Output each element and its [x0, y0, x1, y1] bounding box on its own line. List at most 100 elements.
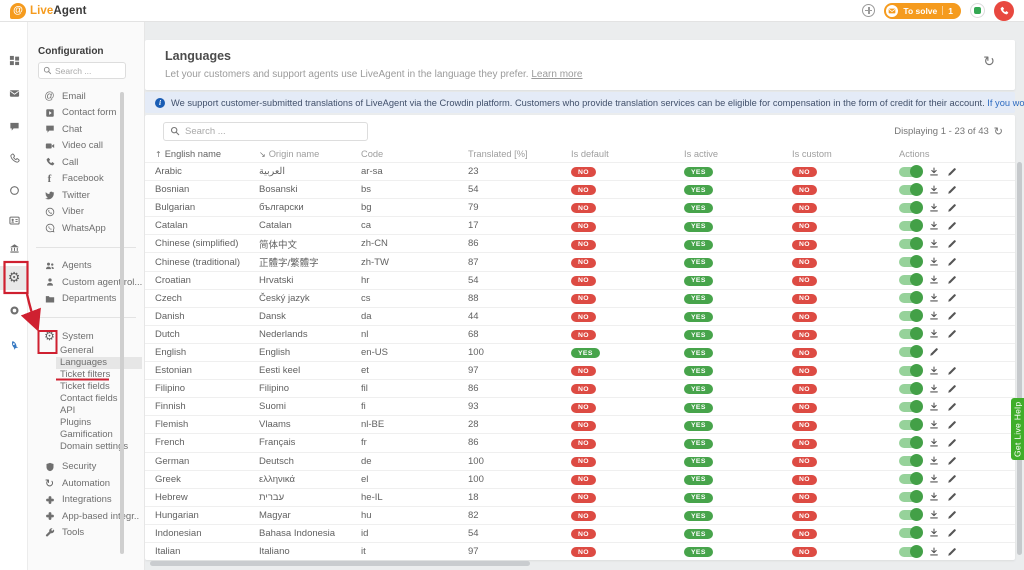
column-header-is-active[interactable]: Is active	[684, 149, 792, 159]
download-icon[interactable]	[928, 220, 939, 231]
active-toggle[interactable]	[899, 492, 921, 502]
active-toggle[interactable]	[899, 438, 921, 448]
rail-item-settings[interactable]: ⚙	[0, 266, 28, 290]
edit-icon[interactable]	[946, 311, 957, 322]
active-toggle[interactable]	[899, 366, 921, 376]
rail-item-contacts[interactable]	[0, 210, 28, 234]
refresh-icon[interactable]: ↻	[983, 55, 995, 69]
download-icon[interactable]	[928, 329, 939, 340]
rail-item-mail[interactable]	[0, 83, 28, 107]
edit-icon[interactable]	[946, 166, 957, 177]
edit-icon[interactable]	[946, 184, 957, 195]
edit-icon[interactable]	[928, 347, 939, 358]
active-toggle[interactable]	[899, 275, 921, 285]
sidebar-search-input[interactable]	[55, 66, 113, 76]
download-icon[interactable]	[928, 528, 939, 539]
active-toggle[interactable]	[899, 293, 921, 303]
sidebar-item-languages[interactable]: Languages	[56, 357, 142, 369]
rail-item-academy[interactable]	[0, 238, 28, 262]
rail-item-phone[interactable]	[0, 148, 28, 172]
download-icon[interactable]	[928, 311, 939, 322]
rail-item-dashboard[interactable]	[0, 50, 28, 74]
edit-icon[interactable]	[946, 437, 957, 448]
table-search[interactable]	[163, 122, 368, 141]
learn-more-link[interactable]: Learn more	[531, 69, 582, 80]
active-toggle[interactable]	[899, 239, 921, 249]
download-icon[interactable]	[928, 492, 939, 503]
download-icon[interactable]	[928, 184, 939, 195]
edit-icon[interactable]	[946, 474, 957, 485]
active-toggle[interactable]	[899, 456, 921, 466]
sidebar-item-ticket-filters[interactable]: Ticket filters	[28, 369, 144, 381]
sidebar-item-agents[interactable]: Agents	[28, 258, 144, 275]
rail-item-setup[interactable]	[0, 300, 28, 324]
download-icon[interactable]	[928, 202, 939, 213]
sidebar-item-ticket-fields[interactable]: Ticket fields	[28, 381, 144, 393]
add-new-icon[interactable]	[862, 4, 875, 17]
sidebar-item-automation[interactable]: ↻Automation	[28, 475, 144, 492]
edit-icon[interactable]	[946, 510, 957, 521]
sidebar-scrollbar[interactable]	[120, 92, 124, 554]
edit-icon[interactable]	[946, 275, 957, 286]
edit-icon[interactable]	[946, 528, 957, 539]
column-header-actions[interactable]: Actions	[899, 149, 1005, 159]
edit-icon[interactable]	[946, 293, 957, 304]
sidebar-item-email[interactable]: @Email	[28, 88, 144, 105]
edit-icon[interactable]	[946, 401, 957, 412]
active-toggle[interactable]	[899, 528, 921, 538]
active-toggle[interactable]	[899, 510, 921, 520]
active-toggle[interactable]	[899, 221, 921, 231]
active-toggle[interactable]	[899, 203, 921, 213]
download-icon[interactable]	[928, 365, 939, 376]
rail-item-chat[interactable]	[0, 116, 28, 140]
edit-icon[interactable]	[946, 238, 957, 249]
sidebar-item-gamification[interactable]: Gamification	[28, 429, 144, 441]
active-toggle[interactable]	[899, 474, 921, 484]
edit-icon[interactable]	[946, 419, 957, 430]
download-icon[interactable]	[928, 456, 939, 467]
edit-icon[interactable]	[946, 329, 957, 340]
download-icon[interactable]	[928, 166, 939, 177]
sidebar-item-plugins[interactable]: Plugins	[28, 417, 144, 429]
sidebar-item-video-call[interactable]: Video call	[28, 138, 144, 155]
column-header-translated[interactable]: Translated [%]	[468, 149, 571, 159]
active-toggle[interactable]	[899, 384, 921, 394]
edit-icon[interactable]	[946, 202, 957, 213]
download-icon[interactable]	[928, 383, 939, 394]
edit-icon[interactable]	[946, 546, 957, 557]
active-toggle[interactable]	[899, 402, 921, 412]
sidebar-item-app-based-integr[interactable]: App-based integr..	[28, 508, 144, 525]
sidebar-item-contact-fields[interactable]: Contact fields	[28, 393, 144, 405]
download-icon[interactable]	[928, 275, 939, 286]
table-search-input[interactable]	[185, 126, 361, 137]
page-scrollbar[interactable]	[1017, 162, 1022, 555]
active-toggle[interactable]	[899, 257, 921, 267]
download-icon[interactable]	[928, 437, 939, 448]
agent-status-icon[interactable]	[970, 3, 985, 18]
sidebar-item-domain-settings[interactable]: Domain settings	[28, 441, 144, 453]
download-icon[interactable]	[928, 401, 939, 412]
sidebar-item-chat[interactable]: Chat	[28, 121, 144, 138]
column-header-is-custom[interactable]: Is custom	[792, 149, 899, 159]
sidebar-item-system[interactable]: ⚙System	[28, 328, 144, 345]
get-live-help-button[interactable]: Get Live Help	[1011, 398, 1024, 460]
column-header-origin-name[interactable]: ↘Origin name	[259, 149, 361, 159]
edit-icon[interactable]	[946, 257, 957, 268]
edit-icon[interactable]	[946, 365, 957, 376]
edit-icon[interactable]	[946, 220, 957, 231]
active-toggle[interactable]	[899, 185, 921, 195]
call-status-button[interactable]	[994, 1, 1014, 21]
rail-item-history[interactable]	[0, 180, 28, 204]
active-toggle[interactable]	[899, 547, 921, 557]
sidebar-item-security[interactable]: Security	[28, 459, 144, 476]
active-toggle[interactable]	[899, 347, 921, 357]
sidebar-item-call[interactable]: Call	[28, 154, 144, 171]
refresh-icon[interactable]: ↻	[994, 126, 1003, 137]
active-toggle[interactable]	[899, 329, 921, 339]
banner-link[interactable]: If you would like to contribute to the t…	[987, 98, 1024, 108]
to-solve-button[interactable]: To solve 1	[884, 3, 961, 19]
sidebar-item-facebook[interactable]: fFacebook	[28, 171, 144, 188]
sidebar-item-whatsapp[interactable]: WhatsApp	[28, 220, 144, 237]
download-icon[interactable]	[928, 238, 939, 249]
sidebar-item-integrations[interactable]: Integrations	[28, 492, 144, 509]
